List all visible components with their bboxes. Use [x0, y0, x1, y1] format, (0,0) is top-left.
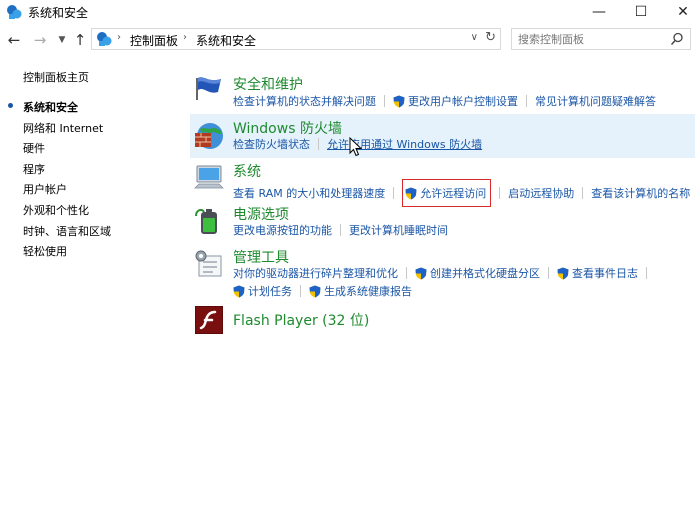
breadcrumb-separator-icon[interactable]: › — [183, 32, 187, 43]
uac-shield-icon — [405, 187, 417, 199]
link-computer-name[interactable]: 查看该计算机的名称 — [591, 185, 690, 201]
uac-shield-icon — [309, 285, 321, 297]
sidebar-item-network[interactable]: 网络和 Internet — [23, 120, 103, 136]
category-flash-player: Flash Player (32 位) — [190, 306, 695, 342]
category-title[interactable]: 安全和维护 — [233, 74, 303, 94]
flash-player-icon — [195, 306, 223, 334]
breadcrumb-control-panel[interactable]: 控制面板 — [130, 32, 178, 49]
search-input[interactable] — [518, 32, 663, 47]
category-title[interactable]: 电源选项 — [233, 204, 289, 224]
sidebar-item-home[interactable]: 控制面板主页 — [23, 69, 89, 85]
navigation-bar: ← → ▼ ↑ › 控制面板 › 系统和安全 ∨ ↻ — [0, 26, 697, 54]
sidebar-item-programs[interactable]: 程序 — [23, 161, 45, 177]
refresh-icon[interactable]: ↻ — [485, 30, 496, 45]
category-links: 检查计算机的状态并解决问题 更改用户帐户控制设置 常见计算机问题疑难解答 — [233, 93, 656, 109]
divider — [384, 95, 385, 107]
close-button[interactable]: ✕ — [660, 0, 697, 24]
link-allow-remote-access-label: 允许远程访问 — [420, 187, 487, 200]
uac-shield-icon — [557, 267, 569, 279]
category-firewall[interactable]: Windows 防火墙 检查防火墙状态 允许应用通过 Windows 防火墙 — [190, 114, 695, 158]
category-links: 更改电源按钮的功能 更改计算机睡眠时间 — [233, 222, 448, 238]
security-flag-icon — [196, 77, 221, 100]
divider — [340, 224, 341, 236]
sidebar-item-ease-of-access[interactable]: 轻松使用 — [23, 243, 67, 259]
link-remote-assistance[interactable]: 启动远程协助 — [508, 185, 574, 201]
category-power: 电源选项 更改电源按钮的功能 更改计算机睡眠时间 — [190, 201, 695, 243]
active-bullet-icon — [8, 103, 13, 108]
link-troubleshoot[interactable]: 常见计算机问题疑难解答 — [535, 93, 656, 109]
minimize-button[interactable]: — — [576, 0, 622, 24]
maximize-button[interactable]: ☐ — [618, 0, 664, 24]
system-computer-icon — [194, 165, 224, 189]
category-title[interactable]: 管理工具 — [233, 247, 289, 267]
category-system: 系统 查看 RAM 的大小和处理器速度 允许远程访问 启动远程协助 查看该计算机… — [190, 158, 695, 207]
sidebar-item-system-security[interactable]: 系统和安全 — [23, 99, 78, 115]
up-arrow-icon[interactable]: ↑ — [70, 30, 90, 50]
divider — [300, 285, 301, 297]
search-box[interactable] — [511, 28, 691, 50]
sidebar-item-hardware[interactable]: 硬件 — [23, 140, 45, 156]
link-view-ram[interactable]: 查看 RAM 的大小和处理器速度 — [233, 185, 385, 201]
divider — [526, 95, 527, 107]
divider — [548, 267, 549, 279]
control-panel-icon — [7, 5, 22, 19]
link-check-status[interactable]: 检查计算机的状态并解决问题 — [233, 93, 376, 109]
divider — [318, 138, 319, 150]
category-security-maintenance: 安全和维护 检查计算机的状态并解决问题 更改用户帐户控制设置 常见计算机问题疑难… — [190, 66, 695, 110]
divider — [393, 187, 395, 199]
category-title[interactable]: 系统 — [233, 161, 261, 181]
uac-shield-icon — [415, 267, 427, 279]
recent-locations-chevron-icon[interactable]: ▼ — [56, 30, 68, 50]
search-icon[interactable] — [670, 32, 684, 46]
category-admin-tools: 管理工具 对你的驱动器进行碎片整理和优化 创建并格式化硬盘分区 查看事件日志 计… — [190, 244, 695, 304]
title-bar: 系统和安全 — ☐ ✕ — [0, 0, 697, 24]
sidebar-item-appearance[interactable]: 外观和个性化 — [23, 202, 89, 218]
link-uac-settings[interactable]: 更改用户帐户控制设置 — [408, 93, 518, 109]
link-event-log[interactable]: 查看事件日志 — [572, 265, 638, 281]
breadcrumb-separator-icon: › — [117, 32, 121, 43]
uac-shield-icon — [393, 95, 405, 107]
divider — [582, 187, 584, 199]
category-title[interactable]: Windows 防火墙 — [233, 118, 342, 138]
window-title: 系统和安全 — [28, 6, 89, 20]
link-health-report[interactable]: 生成系统健康报告 — [324, 283, 412, 299]
forward-arrow-icon[interactable]: → — [30, 30, 50, 50]
sidebar-item-clock-region[interactable]: 时钟、语言和区域 — [23, 223, 111, 239]
control-panel-icon — [97, 32, 112, 46]
breadcrumb-system-security[interactable]: 系统和安全 — [196, 32, 256, 49]
divider — [406, 267, 407, 279]
category-title[interactable]: Flash Player (32 位) — [233, 310, 369, 330]
link-firewall-status[interactable]: 检查防火墙状态 — [233, 136, 310, 152]
power-battery-icon — [195, 208, 217, 234]
sidebar-item-user-accounts[interactable]: 用户帐户 — [23, 181, 67, 197]
link-disk-partition[interactable]: 创建并格式化硬盘分区 — [430, 265, 540, 281]
back-arrow-icon[interactable]: ← — [4, 30, 24, 50]
divider — [646, 267, 647, 279]
firewall-icon — [195, 123, 223, 149]
link-defragment[interactable]: 对你的驱动器进行碎片整理和优化 — [233, 265, 398, 281]
category-links-row2: 计划任务 生成系统健康报告 — [233, 283, 412, 299]
category-links: 对你的驱动器进行碎片整理和优化 创建并格式化硬盘分区 查看事件日志 — [233, 265, 655, 281]
link-task-scheduler[interactable]: 计划任务 — [248, 283, 292, 299]
link-power-button[interactable]: 更改电源按钮的功能 — [233, 222, 332, 238]
uac-shield-icon — [233, 285, 245, 297]
address-box[interactable]: › 控制面板 › 系统和安全 ∨ ↻ — [91, 28, 501, 50]
divider — [499, 187, 501, 199]
link-sleep-time[interactable]: 更改计算机睡眠时间 — [349, 222, 448, 238]
mouse-cursor-icon — [349, 137, 363, 157]
address-dropdown-chevron-icon[interactable]: ∨ — [471, 32, 478, 43]
admin-tools-icon — [195, 250, 222, 277]
